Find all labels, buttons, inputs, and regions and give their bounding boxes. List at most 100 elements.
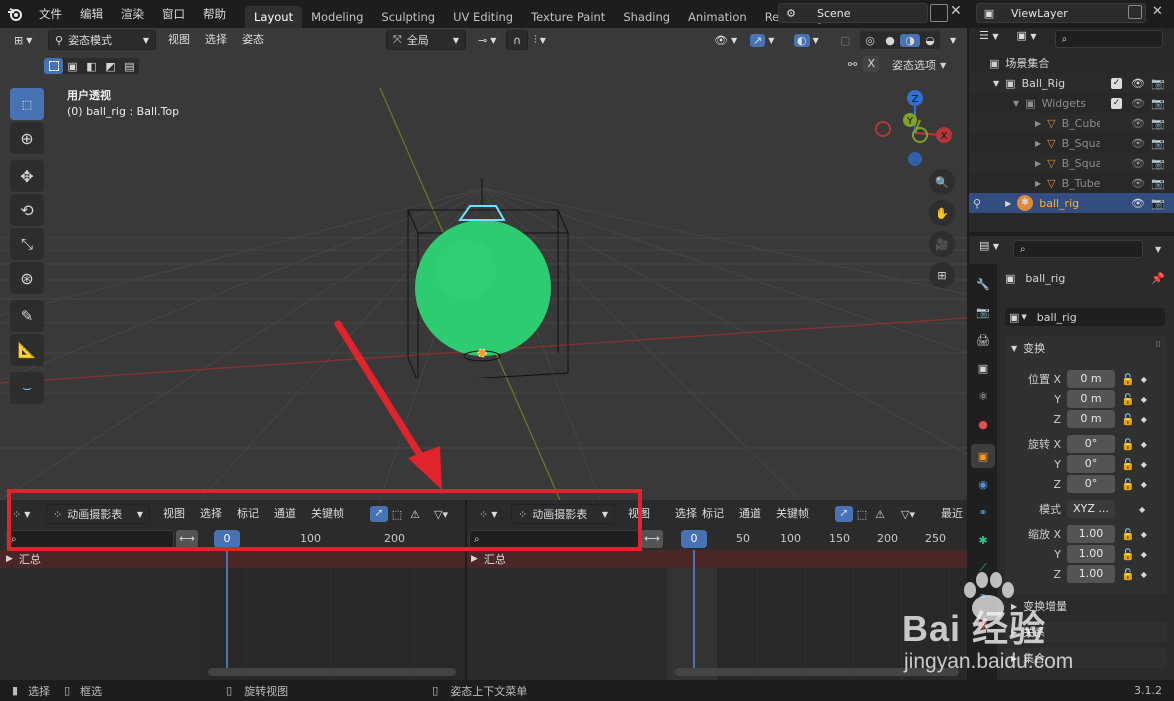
output-tab[interactable]: 🖨 — [971, 328, 995, 352]
eye-icon[interactable]: 👁 — [1131, 117, 1145, 130]
view-layer-new-icon[interactable] — [1128, 5, 1142, 19]
lock-icon[interactable]: 🔓 — [1121, 393, 1135, 406]
keyframe-dot-icon[interactable]: ◆ — [1141, 480, 1147, 489]
rotation-mode-select[interactable]: XYZ ... — [1067, 500, 1115, 518]
keyframe-dot-icon[interactable]: ◆ — [1141, 530, 1147, 539]
shading-options-button[interactable]: ▼ — [944, 30, 962, 50]
transform-tool[interactable]: ⊛ — [10, 262, 44, 294]
editor-type-button[interactable]: ⊞ ▼ — [8, 30, 38, 50]
world-tab[interactable]: ● — [971, 412, 995, 436]
select-extend-icon[interactable]: ▣ — [63, 60, 82, 73]
menu-render[interactable]: 渲染 — [112, 0, 153, 28]
editor-type-button[interactable]: ▤ ▼ — [973, 239, 1005, 259]
snap-button[interactable]: ∩ — [506, 30, 529, 50]
tab-sculpting[interactable]: Sculpting — [372, 6, 444, 28]
render-tab[interactable]: 📷 — [971, 300, 995, 324]
snap-target-button[interactable]: ⫶ ▼ — [528, 30, 552, 50]
rotate-tool[interactable]: ⟲ — [10, 194, 44, 226]
scale-tool[interactable]: ⤡ — [10, 228, 44, 260]
transform-orientation-selector[interactable]: ⤧ 全局 ▼ — [386, 30, 466, 50]
filter-button[interactable]: ▣ ▼ — [1011, 29, 1043, 49]
keyframe-dot-icon[interactable]: ◆ — [1141, 440, 1147, 449]
keyframe-dot-icon[interactable]: ◆ — [1141, 550, 1147, 559]
move-tool[interactable]: ✥ — [10, 160, 44, 192]
outliner-row[interactable]: ▼ ▣ Ball_Rig ✓ 👁 📷 — [969, 73, 1174, 93]
menu-help[interactable]: 帮助 — [194, 0, 235, 28]
menu-view[interactable]: 视图 — [162, 30, 196, 50]
scene-close-icon[interactable]: ✕ — [950, 3, 962, 19]
view-layer-close-icon[interactable]: ✕ — [1152, 4, 1163, 19]
object-name[interactable]: ball_rig — [1025, 272, 1065, 285]
camera-icon[interactable]: 📷 — [1151, 137, 1165, 150]
navigation-gizmo[interactable]: Z Y X — [870, 88, 960, 178]
pose-options-dropdown[interactable]: 姿态选项 ▼ — [892, 56, 946, 74]
tab-texture-paint[interactable]: Texture Paint — [522, 6, 614, 28]
outliner-row[interactable]: ▶ ▽ B_Cube 👁 📷 — [969, 113, 1174, 133]
scale-x-field[interactable]: 1.00 — [1067, 525, 1115, 543]
pan-button[interactable]: ✋ — [929, 200, 955, 226]
outliner-row[interactable]: ▶ ▽ B_Tube 👁 📷 — [969, 173, 1174, 193]
summary-row[interactable]: ▶ 汇总 — [467, 550, 967, 568]
horizontal-scrollbar[interactable] — [675, 668, 959, 676]
overlays-button[interactable]: ◐ ▼ — [788, 30, 825, 50]
lock-icon[interactable]: 🔓 — [1121, 373, 1135, 386]
3d-viewport[interactable]: ⊞ ▼ ⚲ 姿态模式 ▼ 视图 选择 姿态 ⤧ 全局 ▼ ⊸ ▼ ∩ ⫶ ▼ 👁 ▼ ↗… — [0, 28, 967, 500]
camera-icon[interactable]: 📷 — [1151, 197, 1165, 210]
lock-icon[interactable]: 🔓 — [1121, 438, 1135, 451]
delta-transform-panel[interactable]: ▶ 变换增量 — [1005, 596, 1167, 616]
checkbox-icon[interactable]: ✓ — [1111, 97, 1122, 109]
checkbox-icon[interactable]: ✓ — [1111, 77, 1122, 89]
relations-panel[interactable]: ▶ 关系 — [1005, 622, 1167, 642]
rotation-y-field[interactable]: 0° — [1067, 455, 1115, 473]
tab-layout[interactable]: Layout — [245, 6, 303, 28]
location-x-field[interactable]: 0 m — [1067, 370, 1115, 388]
display-mode-button[interactable]: ☰ ▼ — [973, 29, 1005, 49]
eye-icon[interactable]: 👁 — [1131, 137, 1145, 150]
warning-icon[interactable]: ⚠ — [871, 508, 889, 521]
x-mirror-button[interactable]: X — [863, 56, 880, 72]
rotation-z-field[interactable]: 0° — [1067, 475, 1115, 493]
measure-tool[interactable]: 📐 — [10, 334, 44, 366]
pivot-point-button[interactable]: ⊸ ▼ — [472, 30, 502, 50]
rendered-shading-icon[interactable]: ◒ — [920, 34, 940, 47]
eye-icon[interactable]: 👁 — [1131, 177, 1145, 190]
keyframe-dot-icon[interactable]: ◆ — [1141, 570, 1147, 579]
lock-icon[interactable]: 🔓 — [1121, 458, 1135, 471]
lock-icon[interactable]: 🔓 — [1121, 413, 1135, 426]
outliner-search-input[interactable]: ⌕ — [1054, 30, 1163, 48]
camera-view-button[interactable]: 🎥 — [929, 231, 955, 257]
tab-animation[interactable]: Animation — [679, 6, 756, 28]
swap-icon[interactable]: ⟷ — [641, 530, 663, 548]
current-frame-indicator[interactable]: 0 — [681, 530, 707, 548]
cursor-tool[interactable]: ⊕ — [10, 122, 44, 154]
constraint-tab[interactable]: ⚭ — [971, 500, 995, 524]
keyframe-area[interactable] — [467, 550, 967, 680]
collections-panel[interactable]: ▶ 集合 — [1005, 648, 1167, 668]
eye-icon[interactable]: 👁 — [1131, 157, 1145, 170]
menu-pose[interactable]: 姿态 — [236, 30, 270, 50]
select-intersect-icon[interactable]: ▤ — [120, 60, 139, 73]
eye-icon[interactable]: 👁 — [1131, 77, 1145, 90]
zoom-button[interactable]: 🔍 — [929, 169, 955, 195]
data-block-name[interactable]: ball_rig — [1037, 311, 1077, 324]
outliner-row[interactable]: ▶ ▽ B_Squa 👁 📷 — [969, 133, 1174, 153]
location-y-field[interactable]: 0 m — [1067, 390, 1115, 408]
scene-tab[interactable]: ⚛ — [971, 384, 995, 408]
chevron-down-icon[interactable]: ▼ — [1155, 245, 1161, 254]
eye-icon[interactable]: 👁 — [1131, 97, 1145, 110]
blender-logo-icon[interactable] — [0, 0, 30, 28]
menu-edit[interactable]: 编辑 — [71, 0, 112, 28]
wireframe-shading-icon[interactable]: ◎ — [860, 34, 880, 47]
armature-data-tab[interactable]: ✱ — [971, 528, 995, 552]
bone-tab[interactable]: ⟋ — [971, 556, 995, 580]
select-subtract-icon[interactable]: ◧ — [82, 60, 101, 73]
camera-icon[interactable]: 📷 — [1151, 177, 1165, 190]
solid-shading-icon[interactable]: ● — [880, 34, 900, 47]
keyframe-dot-icon[interactable]: ◆ — [1141, 375, 1147, 384]
scale-z-field[interactable]: 1.00 — [1067, 565, 1115, 583]
modifier-tab[interactable]: ◉ — [971, 472, 995, 496]
keyframe-dot-icon[interactable]: ◆ — [1139, 505, 1145, 514]
material-shading-icon[interactable]: ◑ — [900, 33, 920, 47]
scale-y-field[interactable]: 1.00 — [1067, 545, 1115, 563]
playhead-line[interactable] — [693, 550, 695, 668]
